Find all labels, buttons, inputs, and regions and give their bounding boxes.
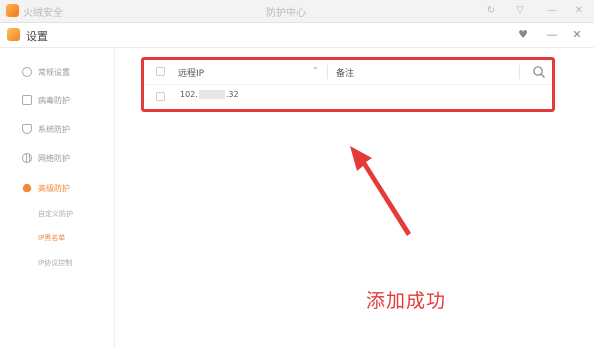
menu-icon[interactable]: ▽: [513, 4, 527, 17]
dialog-close-icon[interactable]: ✕: [570, 28, 584, 42]
table-row[interactable]: 102. .32: [144, 85, 552, 107]
settings-dialog-titlebar: 设置 ♥ — ✕: [0, 23, 594, 48]
settings-sidebar: 常规设置 病毒防护 系统防护 网络防护 高级防护 自定义防护 IP黑名单 IP协…: [0, 48, 115, 348]
close-icon[interactable]: ✕: [572, 4, 586, 17]
sidebar-item-advanced-protection[interactable]: 高级防护: [22, 180, 70, 196]
globe-icon: [22, 153, 32, 163]
ip-prefix: 102.: [180, 90, 198, 99]
background-app-name: 火绒安全: [23, 8, 63, 19]
sidebar-item-virus-protection[interactable]: 病毒防护: [22, 92, 70, 108]
sidebar-item-label: 网络防护: [38, 153, 70, 163]
sidebar-subitem-custom-protection[interactable]: 自定义防护: [38, 208, 73, 220]
ip-suffix: .32: [225, 90, 239, 99]
flame-icon: [22, 183, 32, 193]
background-window-title: 防护中心: [266, 8, 306, 19]
settings-logo-icon: [7, 28, 20, 41]
redacted-ip-segment: [198, 90, 225, 99]
column-divider: [519, 65, 520, 79]
sidebar-item-label: 常规设置: [38, 67, 70, 77]
sidebar-item-general[interactable]: 常规设置: [22, 64, 70, 80]
dialog-title: 设置: [26, 30, 48, 43]
sidebar-item-label: 高级防护: [38, 183, 70, 193]
dialog-minimize-icon[interactable]: —: [545, 28, 559, 42]
sidebar-item-label: 系统防护: [38, 124, 70, 134]
sort-up-icon[interactable]: ⌃: [312, 66, 319, 75]
background-window-titlebar: 火绒安全 防护中心 ↻ ▽ — ✕: [0, 0, 594, 23]
sidebar-item-system-protection[interactable]: 系统防护: [22, 121, 70, 137]
row-checkbox[interactable]: [156, 92, 165, 101]
sidebar-item-label: 病毒防护: [38, 95, 70, 105]
refresh-icon[interactable]: ↻: [484, 4, 498, 17]
column-divider: [327, 65, 328, 79]
select-all-checkbox[interactable]: [156, 67, 165, 76]
table-header: 远程IP ⌃ 备注: [144, 60, 552, 85]
sidebar-item-network-protection[interactable]: 网络防护: [22, 150, 70, 166]
sidebar-subitem-ip-blacklist[interactable]: IP黑名单: [38, 232, 65, 244]
column-header-remote-ip[interactable]: 远程IP: [178, 66, 204, 79]
sidebar-subitem-ip-protocol-control[interactable]: IP协议控制: [38, 257, 72, 269]
remote-ip-value: 102. .32: [180, 90, 239, 99]
search-icon[interactable]: [532, 65, 546, 79]
virus-shield-icon: [22, 95, 32, 105]
annotation-caption: 添加成功: [366, 290, 447, 312]
huorong-logo-icon: [6, 4, 19, 17]
column-header-note: 备注: [336, 69, 355, 79]
gear-icon: [22, 67, 32, 77]
minimize-icon[interactable]: —: [545, 4, 559, 17]
system-shield-icon: [22, 124, 32, 134]
feedback-icon[interactable]: ♥: [516, 28, 530, 42]
ip-blacklist-table: 远程IP ⌃ 备注 102. .32: [141, 57, 555, 112]
